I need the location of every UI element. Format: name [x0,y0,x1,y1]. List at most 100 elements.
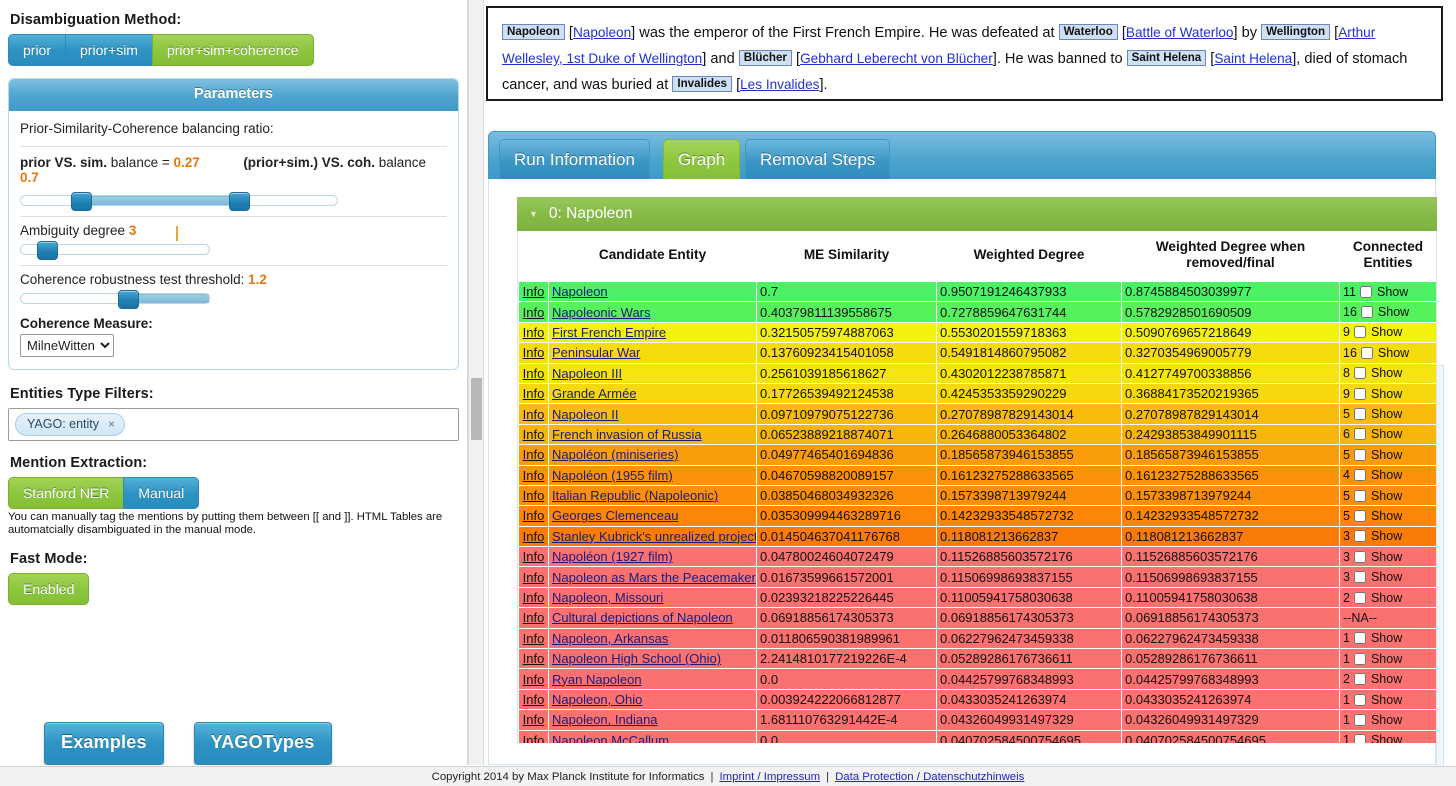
show-label[interactable]: Show [1371,693,1402,707]
info-link[interactable]: Info [523,407,545,422]
mention-chip[interactable]: Saint Helena [1126,50,1207,66]
close-icon[interactable]: × [108,417,115,431]
fast-mode-buttonset[interactable]: Enabled [8,573,459,605]
show-checkbox[interactable] [1353,428,1366,441]
tab-run-information[interactable]: Run Information [499,139,650,179]
show-label[interactable]: Show [1377,285,1408,299]
mention-chip[interactable]: Blücher [738,50,792,66]
show-checkbox[interactable] [1353,693,1366,706]
show-label[interactable]: Show [1371,672,1402,686]
balance-slider-handle-left[interactable] [71,192,93,211]
candidate-entity-link[interactable]: French invasion of Russia [552,427,702,442]
mention-group-header[interactable]: ▼ 0: Napoleon [517,197,1437,231]
info-link[interactable]: Info [523,549,545,564]
show-label[interactable]: Show [1371,550,1402,564]
entity-link[interactable]: Saint Helena [1214,51,1292,66]
info-link[interactable]: Info [523,488,545,503]
show-label[interactable]: Show [1371,325,1402,339]
show-label[interactable]: Show [1371,570,1402,584]
info-link[interactable]: Info [523,468,545,483]
show-checkbox[interactable] [1353,387,1366,400]
method-option-prior-sim[interactable]: prior+sim [65,34,152,66]
entity-link[interactable]: Battle of Waterloo [1126,25,1234,40]
disambiguation-method-buttonset[interactable]: prior prior+sim prior+sim+coherence [8,34,459,66]
show-label[interactable]: Show [1371,529,1402,543]
info-link[interactable]: Info [523,651,545,666]
coherence-threshold-handle[interactable] [118,290,140,309]
mention-chip[interactable]: Waterloo [1058,24,1118,40]
mention-chip[interactable]: Invalides [672,76,732,92]
info-link[interactable]: Info [523,733,545,743]
show-label[interactable]: Show [1371,387,1402,401]
info-link[interactable]: Info [523,712,545,727]
show-checkbox[interactable] [1360,346,1373,359]
show-checkbox[interactable] [1353,591,1366,604]
show-label[interactable]: Show [1371,652,1402,666]
imprint-link[interactable]: Imprint / Impressum [719,771,820,783]
coherence-threshold-slider[interactable] [20,290,210,309]
candidate-entity-link[interactable]: Napoléon (miniseries) [552,447,678,462]
entities-type-filters-input[interactable]: YAGO: entity × [8,408,459,441]
show-checkbox[interactable] [1353,530,1366,543]
candidate-entity-link[interactable]: Stanley Kubrick's unrealized projects [552,529,756,544]
fast-mode-toggle[interactable]: Enabled [8,573,90,605]
yagotypes-button[interactable]: YAGOTypes [193,722,332,765]
info-link[interactable]: Info [523,570,545,585]
candidate-entity-link[interactable]: Napoleon [552,284,608,299]
candidate-entity-link[interactable]: Napoleon McCallum [552,733,669,743]
show-checkbox[interactable] [1353,734,1366,743]
show-checkbox[interactable] [1360,306,1373,319]
candidate-entity-link[interactable]: Italian Republic (Napoleonic) [552,488,718,503]
balance-range-slider[interactable] [20,192,338,211]
info-link[interactable]: Info [523,631,545,646]
mention-extraction-buttonset[interactable]: Stanford NER Manual [8,477,459,509]
info-link[interactable]: Info [523,610,545,625]
info-link[interactable]: Info [523,386,545,401]
show-label[interactable]: Show [1371,427,1402,441]
filter-chip-yago-entity[interactable]: YAGO: entity × [15,413,126,436]
candidate-entity-link[interactable]: Napoléon (1955 film) [552,468,673,483]
candidate-entity-link[interactable]: Napoleon as Mars the Peacemaker [552,570,756,585]
show-checkbox[interactable] [1353,367,1366,380]
examples-button[interactable]: Examples [44,722,164,765]
entity-link[interactable]: Napoleon [573,25,631,40]
ambiguity-slider-handle[interactable] [37,241,59,260]
show-label[interactable]: Show [1378,346,1409,360]
candidate-entity-link[interactable]: Napoleon II [552,407,619,422]
info-link[interactable]: Info [523,447,545,462]
show-checkbox[interactable] [1353,448,1366,461]
info-link[interactable]: Info [523,529,545,544]
show-label[interactable]: Show [1371,366,1402,380]
candidate-entity-link[interactable]: Ryan Napoleon [552,672,642,687]
show-checkbox[interactable] [1353,489,1366,502]
show-checkbox[interactable] [1353,673,1366,686]
candidate-entity-link[interactable]: Cultural depictions of Napoleon [552,610,733,625]
info-link[interactable]: Info [523,366,545,381]
info-link[interactable]: Info [523,672,545,687]
balance-slider-handle-right[interactable] [229,192,251,211]
mention-chip[interactable]: Wellington [1261,24,1331,40]
show-label[interactable]: Show [1371,448,1402,462]
info-link[interactable]: Info [523,284,545,299]
method-option-prior-sim-coherence[interactable]: prior+sim+coherence [151,34,314,66]
show-label[interactable]: Show [1371,591,1402,605]
mention-chip[interactable]: Napoleon [502,24,565,40]
candidate-entity-link[interactable]: Napoleonic Wars [552,305,651,320]
mention-extraction-option-stanford-ner[interactable]: Stanford NER [8,477,124,509]
candidate-entity-link[interactable]: Napoleon, Missouri [552,590,663,605]
data-protection-link[interactable]: Data Protection / Datenschutzhinweis [835,771,1024,783]
coherence-measure-select[interactable]: MilneWitten [20,334,114,357]
entity-link[interactable]: Les Invalides [740,77,819,92]
show-label[interactable]: Show [1371,713,1402,727]
candidate-entity-link[interactable]: Napoléon (1927 film) [552,549,673,564]
sidebar-scrollbar-thumb[interactable] [471,378,482,440]
show-checkbox[interactable] [1353,509,1366,522]
show-label[interactable]: Show [1371,631,1402,645]
info-link[interactable]: Info [523,345,545,360]
show-checkbox[interactable] [1353,326,1366,339]
info-link[interactable]: Info [523,590,545,605]
show-checkbox[interactable] [1353,469,1366,482]
candidate-entity-link[interactable]: Peninsular War [552,345,640,360]
info-link[interactable]: Info [523,325,545,340]
candidate-entity-link[interactable]: Napoleon, Indiana [552,712,658,727]
